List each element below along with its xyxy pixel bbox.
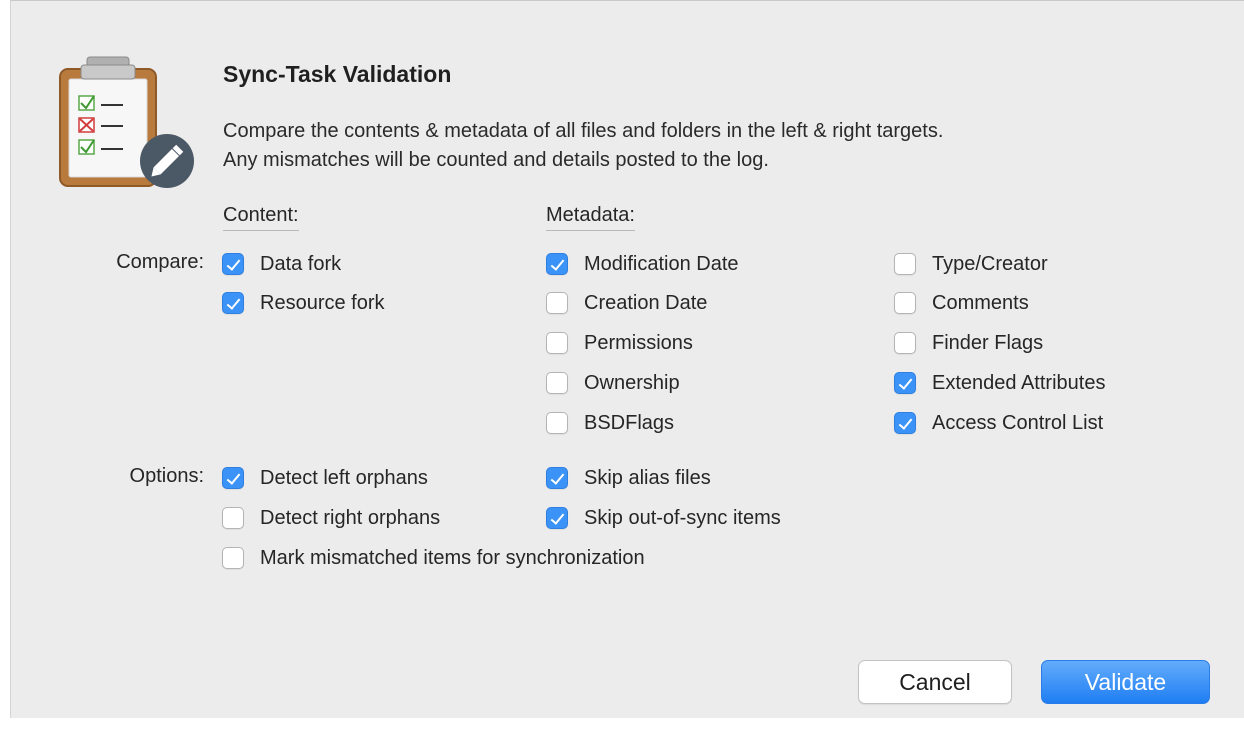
checkbox-label: Data fork (260, 252, 342, 275)
checkbox-box[interactable] (222, 507, 244, 529)
checkbox-box[interactable] (222, 467, 244, 489)
checkbox-label: Detect right orphans (260, 506, 441, 529)
permissions-checkbox[interactable]: Permissions (546, 330, 693, 356)
checkmark-icon (226, 470, 241, 485)
checkbox-box[interactable] (546, 412, 568, 434)
checkbox-box[interactable] (222, 292, 244, 314)
detect-left-orphans-checkbox[interactable]: Detect left orphans (222, 465, 428, 491)
checkbox-box[interactable] (546, 372, 568, 394)
cancel-button[interactable]: Cancel (858, 660, 1012, 704)
checkmark-icon (550, 470, 565, 485)
metadata-heading: Metadata: (546, 204, 635, 231)
checkbox-box[interactable] (546, 332, 568, 354)
description-line-2: Any mismatches will be counted and detai… (223, 149, 769, 171)
checkbox-label: Creation Date (584, 291, 708, 314)
checkmark-icon (898, 375, 913, 390)
checkbox-label: Ownership (584, 371, 680, 394)
access-control-list-checkbox[interactable]: Access Control List (894, 410, 1103, 436)
finder-flags-checkbox[interactable]: Finder Flags (894, 330, 1043, 356)
skip-out-of-sync-checkbox[interactable]: Skip out-of-sync items (546, 505, 781, 531)
checkbox-label: Comments (932, 291, 1029, 314)
checkbox-label: Modification Date (584, 252, 739, 275)
checkbox-box[interactable] (894, 332, 916, 354)
skip-alias-files-checkbox[interactable]: Skip alias files (546, 465, 711, 491)
ownership-checkbox[interactable]: Ownership (546, 370, 680, 396)
modification-date-checkbox[interactable]: Modification Date (546, 251, 739, 277)
checkbox-label: Skip alias files (584, 466, 711, 489)
checkbox-box[interactable] (222, 547, 244, 569)
comments-checkbox[interactable]: Comments (894, 290, 1029, 316)
dialog-title: Sync-Task Validation (223, 61, 452, 87)
detect-right-orphans-checkbox[interactable]: Detect right orphans (222, 505, 440, 531)
checkmark-icon (898, 415, 913, 430)
checkbox-box[interactable] (894, 372, 916, 394)
extended-attributes-checkbox[interactable]: Extended Attributes (894, 370, 1105, 396)
checkbox-box[interactable] (894, 253, 916, 275)
resource-fork-checkbox[interactable]: Resource fork (222, 290, 385, 316)
type-creator-checkbox[interactable]: Type/Creator (894, 251, 1048, 277)
options-label: Options: (129, 465, 204, 487)
checkmark-icon (226, 256, 241, 271)
checkbox-label: BSDFlags (584, 411, 675, 434)
checkmark-icon (226, 295, 241, 310)
checkbox-box[interactable] (222, 253, 244, 275)
checkmark-icon (550, 256, 565, 271)
mark-mismatched-checkbox[interactable]: Mark mismatched items for synchronizatio… (222, 545, 645, 571)
checkbox-box[interactable] (546, 507, 568, 529)
checkbox-box[interactable] (546, 253, 568, 275)
checkbox-box[interactable] (546, 292, 568, 314)
checkbox-box[interactable] (894, 292, 916, 314)
sync-task-validation-dialog: Sync-Task Validation Compare the content… (10, 0, 1244, 718)
checkbox-label: Skip out-of-sync items (584, 506, 781, 529)
checkbox-label: Permissions (584, 331, 693, 354)
bsdflags-checkbox[interactable]: BSDFlags (546, 410, 674, 436)
checkbox-label: Type/Creator (932, 252, 1048, 275)
content-heading: Content: (223, 204, 299, 231)
description-line-1: Compare the contents & metadata of all f… (223, 120, 944, 142)
checkbox-label: Finder Flags (932, 331, 1044, 354)
checkbox-label: Mark mismatched items for synchronizatio… (260, 546, 645, 569)
checkmark-icon (550, 510, 565, 525)
creation-date-checkbox[interactable]: Creation Date (546, 290, 707, 316)
clipboard-checklist-pencil-icon (57, 51, 197, 196)
checkbox-label: Access Control List (932, 411, 1104, 434)
checkbox-label: Resource fork (260, 291, 385, 314)
data-fork-checkbox[interactable]: Data fork (222, 251, 341, 277)
compare-label: Compare: (116, 251, 204, 273)
checkbox-label: Detect left orphans (260, 466, 428, 489)
checkbox-label: Extended Attributes (932, 371, 1106, 394)
checkbox-box[interactable] (546, 467, 568, 489)
dialog-description: Compare the contents & metadata of all f… (223, 117, 943, 175)
checkbox-box[interactable] (894, 412, 916, 434)
validate-button[interactable]: Validate (1041, 660, 1210, 704)
